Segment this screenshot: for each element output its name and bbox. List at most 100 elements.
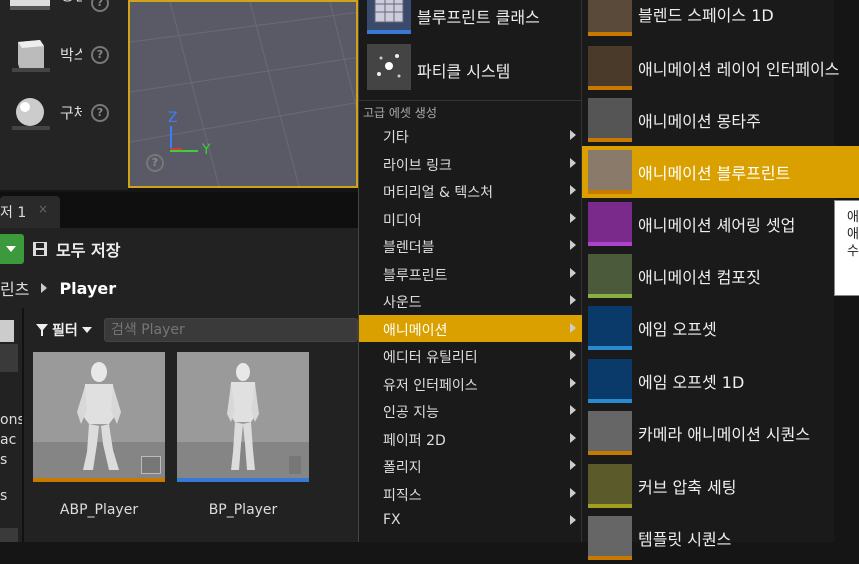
menu-item-fx[interactable]: FX [359,507,582,534]
menu-item-particle-system[interactable]: 파티클 시스템 [363,42,583,94]
chevron-right-icon [570,240,576,250]
place-item-sphere[interactable]: 구체 ? [0,88,128,140]
menu-item-foliage[interactable]: 폴리지 [359,452,582,479]
menu-item-label: 애니메이션 몽타주 [638,112,761,131]
menu-item-blend-space-1d[interactable]: 블렌드 스페이스 1D [582,0,858,40]
menu-item-animation-composite[interactable]: 애니메이션 컴포짓 [582,250,858,302]
menu-item-template-sequence[interactable]: 템플릿 시퀀스 [582,512,858,564]
menu-item-label: 에디터 유틸리티 [383,350,478,366]
sources-toggle-icon[interactable] [0,320,14,342]
place-item-label: 평면 [60,0,82,5]
menu-item-blueprints[interactable]: 블루프린트 [359,260,582,287]
menu-item-blendables[interactable]: 블렌더블 [359,232,582,259]
menu-item-animation-blueprint[interactable]: 애니메이션 블루프린트 [582,146,859,198]
menu-item-label: FX [383,512,401,528]
search-input[interactable] [104,318,358,342]
axis-x-line [170,148,182,150]
chevron-right-icon [570,350,576,360]
breadcrumb-current[interactable]: Player [59,279,116,298]
divider [22,308,24,542]
chevron-right-icon [570,460,576,470]
section-header: 고급 에셋 생성 [363,106,437,120]
chevron-right-icon [570,378,576,388]
save-all-label: 모두 저장 [56,241,121,260]
tooltip-line: 애 [847,210,859,225]
breadcrumb-item[interactable]: 린츠 [0,276,29,300]
menu-item-curve-compression-settings[interactable]: 커브 압축 세팅 [582,460,858,512]
chevron-right-icon [570,433,576,443]
aim-offset-icon [588,306,632,350]
chevron-right-icon [570,130,576,140]
menu-item-animation-layer-interface[interactable]: 애니메이션 레이어 인터페이스 [582,42,858,94]
menu-item-ai[interactable]: 인공 지능 [359,397,582,424]
place-item-label: 구체 [60,104,82,122]
menu-item-aim-offset[interactable]: 에임 오프셋 [582,302,858,354]
plane-icon [8,0,52,18]
chevron-right-icon [570,185,576,195]
filter-icon [36,324,48,336]
menu-item-live-link[interactable]: 라이브 링크 [359,150,582,177]
folder-tree-item[interactable] [0,344,18,372]
menu-item-physics[interactable]: 피직스 [359,480,582,507]
tab-content-browser[interactable]: 저 1 × [0,196,60,228]
menu-item-media[interactable]: 미디어 [359,205,582,232]
menu-item-misc[interactable]: 기타 [359,122,582,149]
menu-item-aim-offset-1d[interactable]: 에임 오프셋 1D [582,355,858,407]
menu-item-camera-animation-sequence[interactable]: 카메라 애니메이션 시퀀스 [582,407,858,459]
chevron-down-icon [81,327,92,333]
blend-space-1d-icon [588,0,632,36]
chevron-right-icon [570,295,576,305]
menu-item-sounds[interactable]: 사운드 [359,287,582,314]
help-icon[interactable]: ? [146,154,164,172]
blueprint-class-icon [367,0,411,34]
tooltip-line: 애 [847,227,859,242]
chevron-right-icon [570,405,576,415]
menu-item-blueprint-class[interactable]: 블루프린트 클래스 [363,0,583,36]
template-sequence-icon [588,516,632,560]
level-viewport[interactable]: Z Y ? [128,0,358,188]
sphere-icon [8,92,52,136]
menu-item-label: 애니메이션 [383,323,448,339]
menu-item-paper-2d[interactable]: 페이퍼 2D [359,425,582,452]
axis-z-label: Z [168,110,178,126]
menu-item-label: 머티리얼 & 텍스처 [383,185,493,201]
asset-tile-bp-player[interactable] [177,352,309,482]
menu-item-animation-sharing-setup[interactable]: 애니메이션 셰어링 셋업 [582,198,858,250]
particle-system-icon [367,44,411,90]
chevron-right-icon [570,488,576,498]
menu-item-user-interface[interactable]: 유저 인터페이스 [359,370,582,397]
menu-item-label: 카메라 애니메이션 시퀀스 [638,425,811,444]
menu-item-label: 블렌드 스페이스 1D [638,6,774,25]
menu-item-label: 미디어 [383,213,422,229]
animation-montage-icon [588,98,632,142]
menu-item-label: 기타 [383,130,409,146]
axis-y-line [170,150,198,152]
help-icon[interactable]: ? [91,46,109,64]
asset-tile-abp-player[interactable] [33,352,165,482]
breadcrumb: 린츠 Player [0,276,116,300]
camera-animation-sequence-icon [588,411,632,455]
menu-item-materials-textures[interactable]: 머티리얼 & 텍스처 [359,177,582,204]
menu-item-editor-utilities[interactable]: 에디터 유틸리티 [359,342,582,369]
tooltip: 애 애 수 [834,200,859,296]
place-item-box[interactable]: 박스 ? [0,30,128,82]
menu-item-label: 블렌더블 [383,240,435,256]
menu-item-animation-montage[interactable]: 애니메이션 몽타주 [582,94,858,146]
curve-compression-settings-icon [588,464,632,508]
chevron-down-icon [6,246,16,252]
tooltip-line: 수 [847,244,859,259]
filter-label: 필터 [52,323,78,339]
menu-item-label: 폴리지 [383,460,422,476]
menu-item-animation[interactable]: 애니메이션 [359,315,582,342]
filter-button[interactable]: 필터 [36,320,92,340]
folder-tree-item[interactable] [0,528,18,542]
animation-composite-icon [588,254,632,298]
help-icon[interactable]: ? [91,104,109,122]
aim-offset-1d-icon [588,359,632,403]
tab-label: 저 1 [0,205,27,221]
save-all-button[interactable]: 모두 저장 [32,236,120,262]
menu-item-label: 파티클 시스템 [417,62,511,81]
close-tab-icon[interactable]: × [38,202,48,216]
add-new-menu: 블루프린트 클래스 파티클 시스템 고급 에셋 생성 기타 라이브 링크 머티리… [358,0,582,542]
add-new-button[interactable] [0,234,24,264]
